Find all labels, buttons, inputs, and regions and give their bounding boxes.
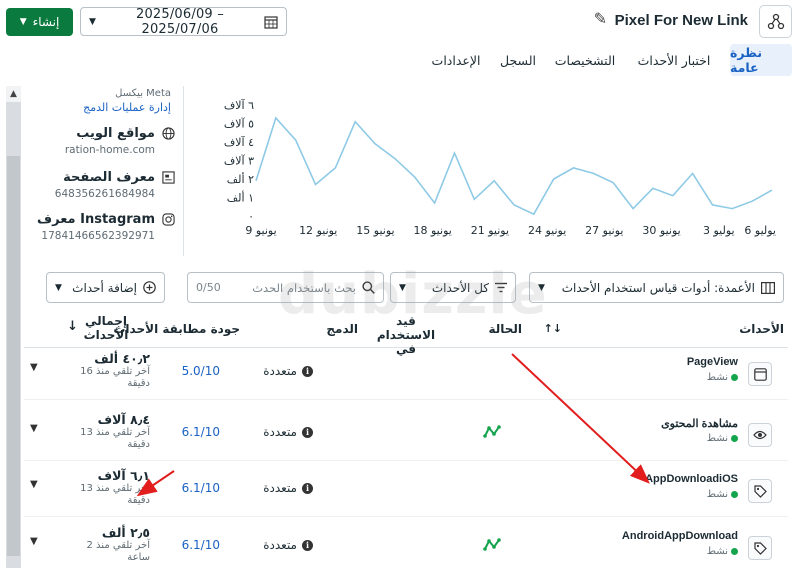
red-arrow-left	[136, 470, 175, 497]
annotation-layer	[136, 353, 650, 497]
red-arrow-right	[511, 353, 650, 484]
